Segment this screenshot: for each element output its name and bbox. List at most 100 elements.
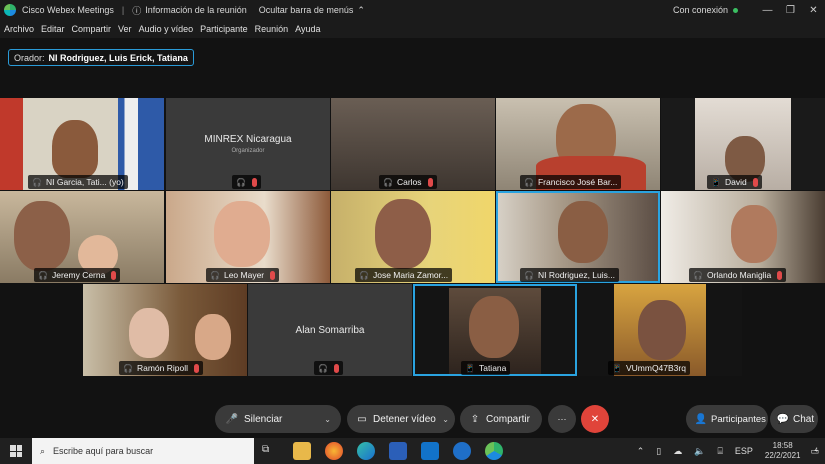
stop-video-button[interactable]: ▭ Detener vídeo ⌄ xyxy=(347,405,455,433)
headset-icon: 🎧 xyxy=(32,177,42,187)
webex-logo-icon xyxy=(4,4,16,16)
video-tile-ni-rodriguez[interactable]: 🎧 NI Rodriguez, Luis... xyxy=(496,191,660,283)
mute-button[interactable]: 🎤 Silenciar ⌄ xyxy=(215,405,341,433)
camera-tray-icon[interactable]: ▯ xyxy=(656,446,661,457)
taskbar: ⌕ Escribe aquí para buscar ⧉ ⌃ ▯ ☁ 🔈 ⌸ E… xyxy=(0,438,825,464)
connection-label: Con conexión xyxy=(672,5,728,15)
video-tile-francisco[interactable]: 🎧 Francisco José Bar... xyxy=(496,98,660,190)
headset-icon: 🎧 xyxy=(38,270,48,280)
video-tile-jose-maria[interactable]: 🎧 Jose Maria Zamor... xyxy=(331,191,495,283)
speaker-prefix: Orador: xyxy=(14,52,45,63)
muted-mic-icon xyxy=(427,177,433,187)
menu-audio-video[interactable]: Audio y vídeo xyxy=(139,24,194,34)
participant-name: Jose Maria Zamor... xyxy=(372,270,449,280)
participant-label: 📱 David xyxy=(707,175,762,189)
app-title: Cisco Webex Meetings xyxy=(22,5,114,15)
end-meeting-button[interactable]: ✕ xyxy=(581,405,609,433)
participant-label: 🎧 Carlos xyxy=(379,175,437,189)
meeting-info-label: Información de la reunión xyxy=(145,5,247,15)
video-tile-ni-garcia[interactable]: 🎧 NI Garcia, Tati... (yo) xyxy=(0,98,164,190)
camera-icon: ▭ xyxy=(357,413,367,425)
participant-name: VUmmQ47B3rq xyxy=(625,363,686,373)
hide-menu-button[interactable]: Ocultar barra de menús ⌃ xyxy=(259,5,365,16)
chat-button[interactable]: 💬 Chat xyxy=(770,405,818,433)
clock[interactable]: 18:58 22/2/2021 xyxy=(765,441,801,461)
video-tile-alan[interactable]: Alan Somarriba 🎧 xyxy=(248,284,412,376)
video-tile-minrex[interactable]: MINREX Nicaragua Organizador 🎧 xyxy=(166,98,330,190)
muted-mic-icon xyxy=(111,270,117,280)
participant-label: 🎧 xyxy=(232,175,261,189)
video-tile-ramon[interactable]: 🎧 Ramón Ripoll xyxy=(83,284,247,376)
muted-mic-icon xyxy=(752,177,758,187)
participant-name: Jeremy Cerna xyxy=(51,270,106,280)
menu-reunion[interactable]: Reunión xyxy=(255,24,289,34)
active-speaker-badge: Orador: NI Rodriguez, Luis Erick, Tatian… xyxy=(8,49,194,66)
microphone-icon: 🎤 xyxy=(225,413,239,425)
share-icon: ⇪ xyxy=(470,413,480,425)
muted-mic-icon xyxy=(194,363,199,373)
more-options-button[interactable]: ··· xyxy=(548,405,576,433)
participant-name: NI Garcia, Tati... (yo) xyxy=(45,177,124,187)
network-icon[interactable]: ⌸ xyxy=(717,446,722,457)
search-placeholder: Escribe aquí para buscar xyxy=(53,446,154,456)
phone-icon: 📱 xyxy=(612,363,622,373)
firefox-icon[interactable] xyxy=(325,442,343,460)
participant-label: 🎧 Jose Maria Zamor... xyxy=(355,268,453,282)
menu-ayuda[interactable]: Ayuda xyxy=(295,24,320,34)
participant-name: Carlos xyxy=(396,177,422,187)
close-window-button[interactable]: ✕ xyxy=(802,5,825,16)
chat-bubble-icon: 💬 xyxy=(776,413,790,425)
video-tile-david[interactable]: 📱 David xyxy=(661,98,825,190)
participant-label: 🎧 NI Rodriguez, Luis... xyxy=(520,268,619,282)
chevron-up-icon[interactable]: ⌃ xyxy=(637,446,645,457)
share-button[interactable]: ⇪ Compartir xyxy=(460,405,542,433)
menu-archivo[interactable]: Archivo xyxy=(4,24,34,34)
outlook-icon[interactable] xyxy=(421,442,439,460)
notifications-icon[interactable]: ▭ 4 xyxy=(810,446,819,457)
file-explorer-icon[interactable] xyxy=(293,442,311,460)
task-view-icon[interactable]: ⧉ xyxy=(262,444,269,455)
participant-label: 📱 VUmmQ47B3rq xyxy=(608,361,690,375)
menu-editar[interactable]: Editar xyxy=(41,24,65,34)
menu-participante[interactable]: Participante xyxy=(200,24,248,34)
word-icon[interactable] xyxy=(389,442,407,460)
chevron-down-icon[interactable]: ⌄ xyxy=(324,415,331,424)
language-indicator[interactable]: ESP xyxy=(735,446,753,456)
video-tile-tatiana[interactable]: 📱 Tatiana xyxy=(413,284,577,376)
participant-role: Organizador xyxy=(231,148,265,154)
participant-name: Alan Somarriba xyxy=(295,324,365,336)
participants-button[interactable]: 👤 Participantes xyxy=(686,405,768,433)
muted-mic-icon xyxy=(270,270,276,280)
participants-label: Participantes xyxy=(711,413,766,425)
volume-icon[interactable]: 🔈 xyxy=(694,446,705,457)
video-tile-orlando[interactable]: 🎧 Orlando Maniglia xyxy=(661,191,825,283)
menu-compartir[interactable]: Compartir xyxy=(72,24,112,34)
mute-label: Silenciar xyxy=(244,413,283,425)
cloud-icon[interactable]: ☁ xyxy=(673,446,682,457)
windows-start-icon[interactable] xyxy=(10,445,22,457)
headset-icon: 🎧 xyxy=(318,363,328,373)
video-tile-jeremy[interactable]: 🎧 Jeremy Cerna xyxy=(0,191,164,283)
participant-name: David xyxy=(724,177,747,187)
video-tile-leo[interactable]: 🎧 Leo Mayer xyxy=(166,191,330,283)
title-separator: | xyxy=(121,5,125,15)
participant-name: Tatiana xyxy=(478,363,507,373)
minimize-button[interactable]: — xyxy=(756,5,779,16)
menu-ver[interactable]: Ver xyxy=(118,24,132,34)
participant-name: Leo Mayer xyxy=(223,270,265,280)
edge-icon[interactable] xyxy=(357,442,375,460)
muted-mic-icon xyxy=(251,177,257,187)
pinned-app-icon[interactable] xyxy=(453,442,471,460)
headset-icon: 🎧 xyxy=(210,270,220,280)
video-tile-vummq[interactable]: 📱 VUmmQ47B3rq xyxy=(578,284,742,376)
connection-status: Con conexión xyxy=(673,5,738,15)
participant-name: MINREX Nicaragua xyxy=(204,134,292,145)
muted-mic-icon xyxy=(777,270,783,280)
webex-taskbar-icon[interactable] xyxy=(485,442,503,460)
participant-name: Francisco José Bar... xyxy=(537,177,618,187)
maximize-button[interactable]: ❐ xyxy=(779,5,802,16)
taskbar-search-input[interactable]: ⌕ Escribe aquí para buscar xyxy=(32,438,254,464)
video-tile-carlos[interactable]: 🎧 Carlos xyxy=(331,98,495,190)
chevron-down-icon[interactable]: ⌄ xyxy=(442,415,449,424)
meeting-info-button[interactable]: ⓘ Información de la reunión xyxy=(132,4,247,17)
